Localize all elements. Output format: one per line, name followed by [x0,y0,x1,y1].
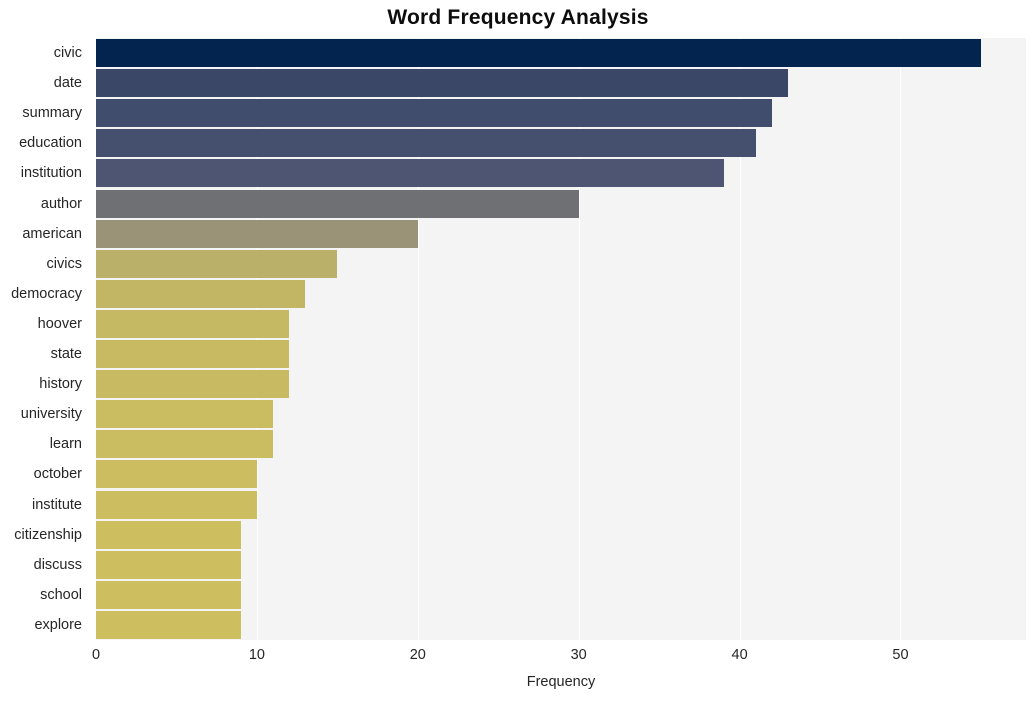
bar-row [96,39,1026,68]
bar-row [96,69,1026,98]
chart-figure: Word Frequency Analysis civic date summary… [0,0,1036,701]
bar-civic [96,39,981,68]
y-tick-label-history: history [39,376,82,393]
x-axis-tick-labels: 0 10 20 30 40 50 [0,648,1036,670]
bar-institute [96,490,257,519]
y-tick-label-democracy: democracy [11,285,82,302]
bar-civics [96,249,338,278]
y-tick-label-october: october [33,466,82,483]
x-tick-label-30: 30 [570,647,587,663]
gridline [578,38,580,640]
y-tick-label-summary: summary [22,105,82,122]
bar-row [96,189,1026,218]
bar-discuss [96,550,241,579]
bar-row [96,370,1026,399]
bar-row [96,309,1026,338]
bar-learn [96,430,273,459]
bar-summary [96,99,772,128]
bar-october [96,460,257,489]
bar-citizenship [96,520,241,549]
bar-row [96,400,1026,429]
gridline [739,38,741,640]
x-tick-label-10: 10 [248,647,265,663]
y-tick-label-american: american [22,225,82,242]
bar-row [96,249,1026,278]
bar-american [96,219,418,248]
y-tick-label-citizenship: citizenship [14,526,82,543]
x-axis-label: Frequency [526,674,596,690]
y-tick-label-explore: explore [34,616,82,633]
y-tick-label-learn: learn [49,436,82,453]
bar-explore [96,610,241,639]
bar-row [96,129,1026,158]
bar-hoover [96,309,290,338]
y-tick-label-discuss: discuss [33,556,82,573]
y-tick-label-hoover: hoover [37,315,82,332]
y-tick-label-author: author [40,195,82,212]
bar-row [96,490,1026,519]
chart-title: Word Frequency Analysis [387,6,649,29]
bar-author [96,189,579,218]
y-tick-label-institution: institution [20,165,82,182]
bar-institution [96,159,724,188]
y-tick-label-education: education [19,135,82,152]
bar-row [96,340,1026,369]
y-tick-label-institute: institute [32,496,82,513]
gridline [256,38,258,640]
y-tick-label-school: school [40,586,82,603]
bar-democracy [96,279,306,308]
bar-school [96,580,241,609]
bar-date [96,69,788,98]
bar-education [96,129,756,158]
y-tick-label-civic: civic [53,45,82,62]
y-tick-label-date: date [53,75,82,92]
bar-state [96,340,290,369]
x-tick-label-50: 50 [892,647,909,663]
bar-row [96,580,1026,609]
x-tick-label-0: 0 [91,647,101,663]
bar-history [96,370,290,399]
bar-row [96,219,1026,248]
gridline [417,38,419,640]
bar-university [96,400,273,429]
x-tick-label-20: 20 [409,647,426,663]
y-tick-label-state: state [50,346,82,363]
bar-row [96,520,1026,549]
bar-row [96,99,1026,128]
bar-row [96,279,1026,308]
x-tick-label-40: 40 [731,647,748,663]
y-tick-label-university: university [20,406,82,423]
bar-row [96,550,1026,579]
gridline [900,38,902,640]
y-axis-tick-labels: civic date summary education institution auth… [0,38,90,640]
bar-row [96,610,1026,639]
y-tick-label-civics: civics [46,255,82,272]
bar-row [96,159,1026,188]
bar-row [96,430,1026,459]
plot-area [96,38,1026,640]
bar-row [96,460,1026,489]
